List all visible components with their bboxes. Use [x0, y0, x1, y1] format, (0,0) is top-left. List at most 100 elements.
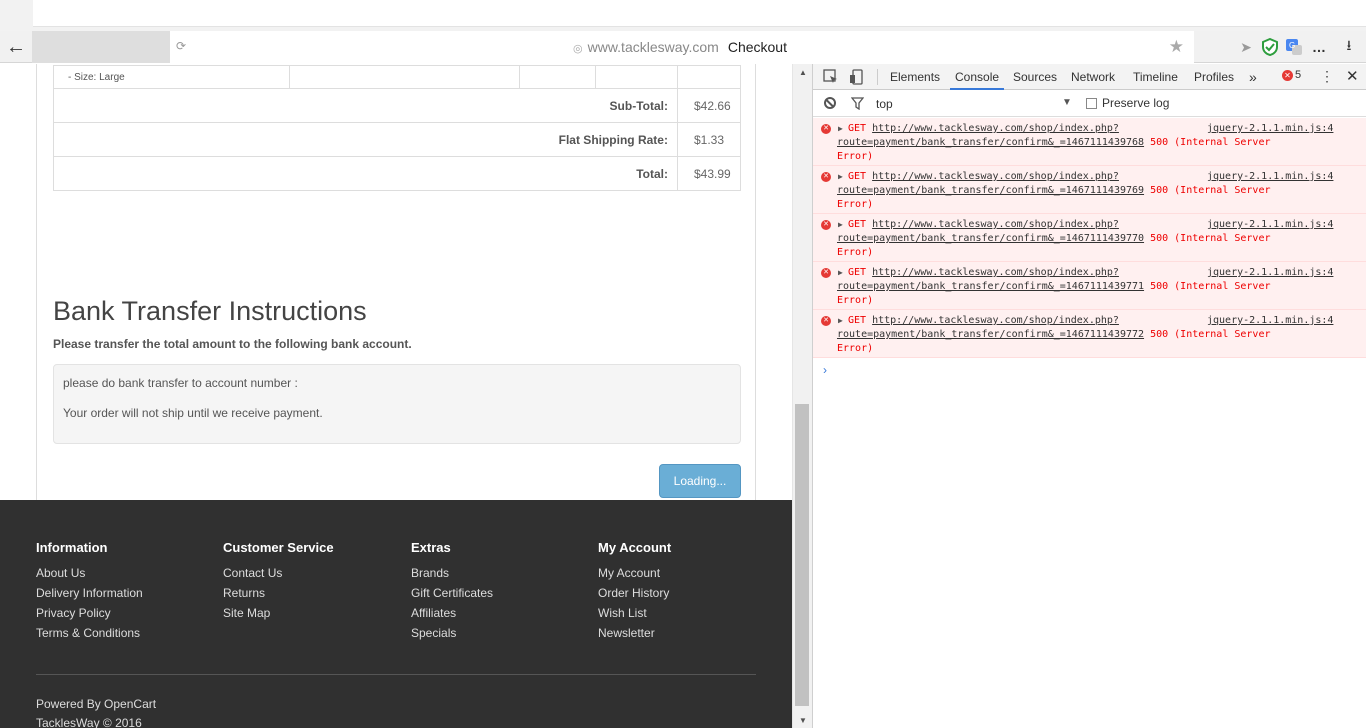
more-extensions-icon[interactable]: …: [1308, 31, 1330, 63]
footer-link[interactable]: Affiliates: [411, 606, 493, 626]
request-line: GET http://www.tacklesway.com/shop/index…: [848, 218, 1119, 232]
table-row: Sub-Total: $42.66: [53, 88, 742, 123]
device-mode-icon[interactable]: [849, 69, 865, 88]
expand-triangle-icon[interactable]: ▶: [838, 220, 843, 229]
scroll-up-arrow-icon[interactable]: ▲: [793, 64, 813, 80]
console-error-message[interactable]: ✕ ▶ GET http://www.tacklesway.com/shop/ind…: [813, 214, 1366, 262]
table-row: - Size: Large: [53, 65, 742, 89]
shield-check-icon[interactable]: [1259, 31, 1281, 63]
request-url-cont[interactable]: route=payment/bank_transfer/confirm&_=14…: [837, 281, 1144, 292]
source-link[interactable]: jquery-2.1.1.min.js:4: [1207, 314, 1333, 328]
footer-link[interactable]: Terms & Conditions: [36, 626, 143, 646]
request-line: GET http://www.tacklesway.com/shop/index…: [848, 122, 1119, 136]
console-error-message[interactable]: ✕ ▶ GET http://www.tacklesway.com/shop/ind…: [813, 262, 1366, 310]
context-selector[interactable]: top: [876, 97, 893, 111]
kebab-menu-icon[interactable]: ⋮: [1320, 68, 1334, 85]
tab-network[interactable]: Network: [1071, 64, 1115, 90]
expand-triangle-icon[interactable]: ▶: [838, 268, 843, 277]
request-url[interactable]: http://www.tacklesway.com/shop/index.php…: [872, 123, 1119, 134]
footer-link[interactable]: Order History: [598, 586, 669, 606]
google-translate-icon[interactable]: G: [1284, 31, 1304, 63]
scrollbar-thumb[interactable]: [795, 404, 809, 706]
footer-link[interactable]: About Us: [36, 566, 143, 586]
footer-link[interactable]: Returns: [223, 586, 282, 606]
http-method: GET: [848, 171, 867, 182]
address-bar-row: ← ⟳ ◎ www.tacklesway.com Checkout ★ ➤ G … …: [0, 31, 1366, 63]
source-link[interactable]: jquery-2.1.1.min.js:4: [1207, 170, 1333, 184]
source-link[interactable]: jquery-2.1.1.min.js:4: [1207, 122, 1333, 136]
request-url-cont[interactable]: route=payment/bank_transfer/confirm&_=14…: [837, 137, 1144, 148]
console-error-message[interactable]: ✕ ▶ GET http://www.tacklesway.com/shop/ind…: [813, 118, 1366, 166]
footer-link[interactable]: Newsletter: [598, 626, 669, 646]
footer-link[interactable]: Wish List: [598, 606, 669, 626]
inspect-element-icon[interactable]: [823, 69, 839, 88]
console-prompt-chevron-icon[interactable]: ›: [823, 363, 827, 377]
tab-sources[interactable]: Sources: [1013, 64, 1057, 90]
checkout-panel: - Size: Large Sub-Total: $42.66 Flat Shi…: [36, 64, 756, 512]
request-url[interactable]: http://www.tacklesway.com/shop/index.php…: [872, 315, 1119, 326]
opencart-link[interactable]: OpenCart: [104, 697, 156, 711]
footer-link[interactable]: Privacy Policy: [36, 606, 143, 626]
request-url[interactable]: http://www.tacklesway.com/shop/index.php…: [872, 171, 1119, 182]
request-url-cont[interactable]: route=payment/bank_transfer/confirm&_=14…: [837, 233, 1144, 244]
request-line: GET http://www.tacklesway.com/shop/index…: [848, 266, 1119, 280]
scroll-down-arrow-icon[interactable]: ▼: [793, 712, 813, 728]
footer-link[interactable]: Contact Us: [223, 566, 282, 586]
source-link[interactable]: jquery-2.1.1.min.js:4: [1207, 266, 1333, 280]
preserve-log-label: Preserve log: [1102, 96, 1170, 110]
footer-link[interactable]: Specials: [411, 626, 493, 646]
clear-console-icon[interactable]: [824, 97, 836, 109]
footer-link[interactable]: Delivery Information: [36, 586, 143, 606]
request-line: route=payment/bank_transfer/confirm&_=14…: [837, 184, 1271, 198]
footer-divider: [36, 674, 756, 675]
expand-triangle-icon[interactable]: ▶: [838, 124, 843, 133]
bank-instruction-line: Your order will not ship until we receiv…: [63, 406, 323, 420]
status-text: 500 (Internal Server: [1150, 329, 1271, 340]
expand-triangle-icon[interactable]: ▶: [838, 172, 843, 181]
request-url[interactable]: http://www.tacklesway.com/shop/index.php…: [872, 219, 1119, 230]
dropdown-arrow-icon[interactable]: ▼: [1062, 97, 1072, 108]
console-messages: ✕ ▶ GET http://www.tacklesway.com/shop/ind…: [813, 118, 1366, 358]
tab-elements[interactable]: Elements: [890, 64, 940, 90]
request-url-cont[interactable]: route=payment/bank_transfer/confirm&_=14…: [837, 329, 1144, 340]
request-url-cont[interactable]: route=payment/bank_transfer/confirm&_=14…: [837, 185, 1144, 196]
subtotal-value: $42.66: [676, 88, 742, 123]
request-line: route=payment/bank_transfer/confirm&_=14…: [837, 232, 1271, 246]
request-url[interactable]: http://www.tacklesway.com/shop/index.php…: [872, 267, 1119, 278]
globe-icon: ◎: [573, 43, 583, 55]
status-text: 500 (Internal Server: [1150, 233, 1271, 244]
tab-console[interactable]: Console: [950, 64, 1005, 90]
source-link[interactable]: jquery-2.1.1.min.js:4: [1207, 218, 1333, 232]
console-error-message[interactable]: ✕ ▶ GET http://www.tacklesway.com/shop/ind…: [813, 310, 1366, 358]
tab-timeline[interactable]: Timeline: [1133, 64, 1178, 90]
more-tabs-icon[interactable]: »: [1249, 64, 1257, 90]
checkbox-icon[interactable]: [1086, 97, 1097, 109]
confirm-order-button[interactable]: Loading...: [659, 464, 741, 498]
close-icon[interactable]: ✕: [1346, 67, 1359, 85]
table-row: Flat Shipping Rate: $1.33: [53, 122, 742, 157]
page-viewport: - Size: Large Sub-Total: $42.66 Flat Shi…: [0, 64, 792, 728]
error-count-badge[interactable]: ✕ 5: [1282, 69, 1301, 81]
tab-profiles[interactable]: Profiles: [1194, 64, 1234, 90]
omnibox[interactable]: ⟳ ◎ www.tacklesway.com Checkout ★: [170, 31, 1194, 63]
console-error-message[interactable]: ✕ ▶ GET http://www.tacklesway.com/shop/ind…: [813, 166, 1366, 214]
send-icon[interactable]: ➤: [1236, 31, 1256, 63]
arrow-left-icon[interactable]: ←: [0, 31, 32, 63]
url-display[interactable]: ◎ www.tacklesway.com Checkout: [573, 39, 787, 55]
request-line: route=payment/bank_transfer/confirm&_=14…: [837, 328, 1271, 342]
download-icon[interactable]: ⭳: [1338, 31, 1360, 63]
footer-link[interactable]: Gift Certificates: [411, 586, 493, 606]
preserve-log-checkbox[interactable]: Preserve log: [1086, 96, 1169, 110]
bookmark-star-icon[interactable]: ★: [1169, 37, 1184, 57]
footer-link[interactable]: Site Map: [223, 606, 282, 626]
footer-column-title: Extras: [411, 540, 451, 555]
footer-link[interactable]: Brands: [411, 566, 493, 586]
powered-by: Powered By OpenCart: [36, 697, 156, 711]
error-icon: ✕: [1282, 69, 1293, 81]
status-text-end: Error): [837, 199, 874, 210]
reload-icon[interactable]: ⟳: [176, 39, 186, 53]
expand-triangle-icon[interactable]: ▶: [838, 316, 843, 325]
footer-link[interactable]: My Account: [598, 566, 669, 586]
page-scrollbar[interactable]: ▲ ▼: [792, 64, 812, 728]
filter-icon[interactable]: [850, 97, 865, 113]
